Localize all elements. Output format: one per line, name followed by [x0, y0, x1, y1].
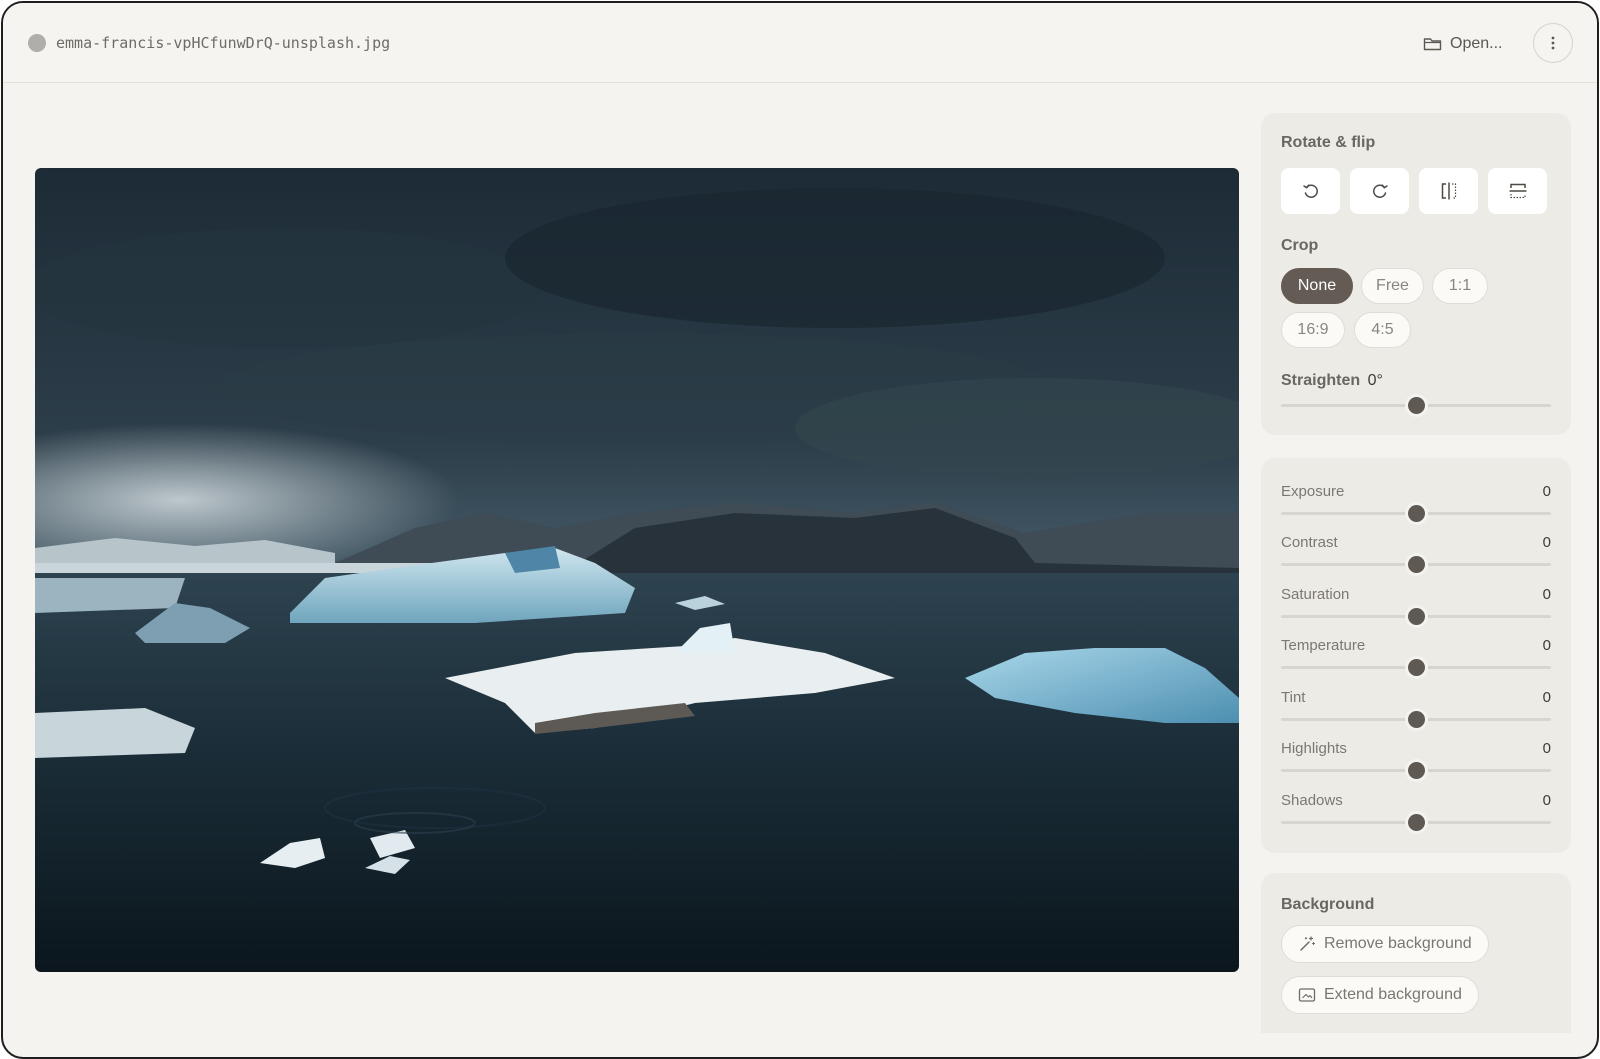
temperature-value: 0 [1542, 637, 1551, 654]
photo-canvas[interactable] [35, 168, 1239, 972]
background-panel: Background Remove background Extend back… [1261, 873, 1571, 1033]
shadows-slider[interactable] [1281, 812, 1551, 832]
file-name: emma-francis-vpHCfunwDrQ-unsplash.jpg [56, 34, 391, 52]
crop-section-title: Crop [1281, 237, 1319, 254]
open-button[interactable]: Open... [1423, 31, 1502, 57]
slider-thumb[interactable] [1408, 397, 1425, 414]
adjustment-contrast: Contrast 0 [1261, 534, 1571, 584]
editor-window: emma-francis-vpHCfunwDrQ-unsplash.jpg Op… [1, 1, 1599, 1059]
temperature-label: Temperature [1281, 637, 1366, 654]
background-section-title: Background [1281, 896, 1375, 913]
slider-thumb[interactable] [1408, 659, 1425, 676]
remove-background-button[interactable]: Remove background [1281, 925, 1489, 963]
straighten-value: 0° [1367, 372, 1383, 389]
flip-horizontal-button[interactable] [1419, 168, 1478, 214]
slider-thumb[interactable] [1408, 814, 1425, 831]
crop-option-none[interactable]: None [1281, 268, 1353, 304]
rotate-left-button[interactable] [1281, 168, 1340, 214]
open-button-label: Open... [1450, 35, 1503, 52]
flip-vertical-icon [1509, 183, 1526, 199]
crop-option-free[interactable]: Free [1361, 268, 1424, 304]
extend-background-button[interactable]: Extend background [1281, 976, 1479, 1014]
exposure-value: 0 [1542, 483, 1551, 500]
remove-background-label: Remove background [1324, 935, 1472, 952]
more-vertical-icon [1551, 36, 1555, 50]
tint-slider[interactable] [1281, 709, 1551, 729]
temperature-slider[interactable] [1281, 657, 1551, 677]
highlights-label: Highlights [1281, 740, 1347, 757]
crop-option-4-5[interactable]: 4:5 [1354, 312, 1411, 348]
slider-thumb[interactable] [1408, 711, 1425, 728]
crop-option-1-1[interactable]: 1:1 [1432, 268, 1488, 304]
saturation-value: 0 [1542, 586, 1551, 603]
contrast-label: Contrast [1281, 534, 1338, 551]
magic-wand-icon [1300, 936, 1316, 951]
flip-horizontal-icon [1441, 182, 1456, 200]
adjustment-exposure: Exposure 0 [1261, 483, 1571, 533]
flip-vertical-button[interactable] [1488, 168, 1547, 214]
extend-image-icon [1298, 988, 1316, 1002]
slider-thumb[interactable] [1408, 608, 1425, 625]
extend-background-label: Extend background [1324, 986, 1462, 1003]
shadows-label: Shadows [1281, 792, 1343, 809]
slider-thumb[interactable] [1408, 762, 1425, 779]
highlights-value: 0 [1542, 740, 1551, 757]
straighten-slider[interactable] [1281, 395, 1551, 415]
rotate-right-button[interactable] [1350, 168, 1409, 214]
highlights-slider[interactable] [1281, 760, 1551, 780]
adjustment-shadows: Shadows 0 [1261, 792, 1571, 842]
rotate-left-icon [1302, 184, 1318, 198]
slider-thumb[interactable] [1408, 505, 1425, 522]
shadows-value: 0 [1542, 792, 1551, 809]
saturation-slider[interactable] [1281, 606, 1551, 626]
contrast-value: 0 [1542, 534, 1551, 551]
tint-value: 0 [1542, 689, 1551, 706]
straighten-title: Straighten [1281, 372, 1361, 389]
adjustments-panel: Exposure 0 Contrast 0 Saturation 0 Tempe… [1261, 458, 1571, 853]
rotate-right-icon [1372, 184, 1388, 198]
adjustment-saturation: Saturation 0 [1261, 586, 1571, 636]
slider-thumb[interactable] [1408, 556, 1425, 573]
crop-option-16-9[interactable]: 16:9 [1281, 312, 1345, 348]
exposure-label: Exposure [1281, 483, 1345, 500]
saturation-label: Saturation [1281, 586, 1350, 603]
folder-icon [1423, 38, 1442, 51]
adjustment-tint: Tint 0 [1261, 689, 1571, 739]
more-menu-button[interactable] [1533, 23, 1573, 63]
top-bar: emma-francis-vpHCfunwDrQ-unsplash.jpg Op… [3, 3, 1597, 83]
transform-panel: Rotate & flip Crop None Free 1:1 16:9 4:… [1261, 113, 1571, 435]
straighten-label: Straighten 0° [1281, 372, 1383, 390]
tint-label: Tint [1281, 689, 1306, 706]
rotate-section-title: Rotate & flip [1281, 134, 1376, 151]
adjustment-highlights: Highlights 0 [1261, 740, 1571, 790]
exposure-slider[interactable] [1281, 503, 1551, 523]
contrast-slider[interactable] [1281, 554, 1551, 574]
landscape-photo [35, 168, 1239, 972]
adjustment-temperature: Temperature 0 [1261, 637, 1571, 687]
status-indicator [28, 34, 46, 52]
